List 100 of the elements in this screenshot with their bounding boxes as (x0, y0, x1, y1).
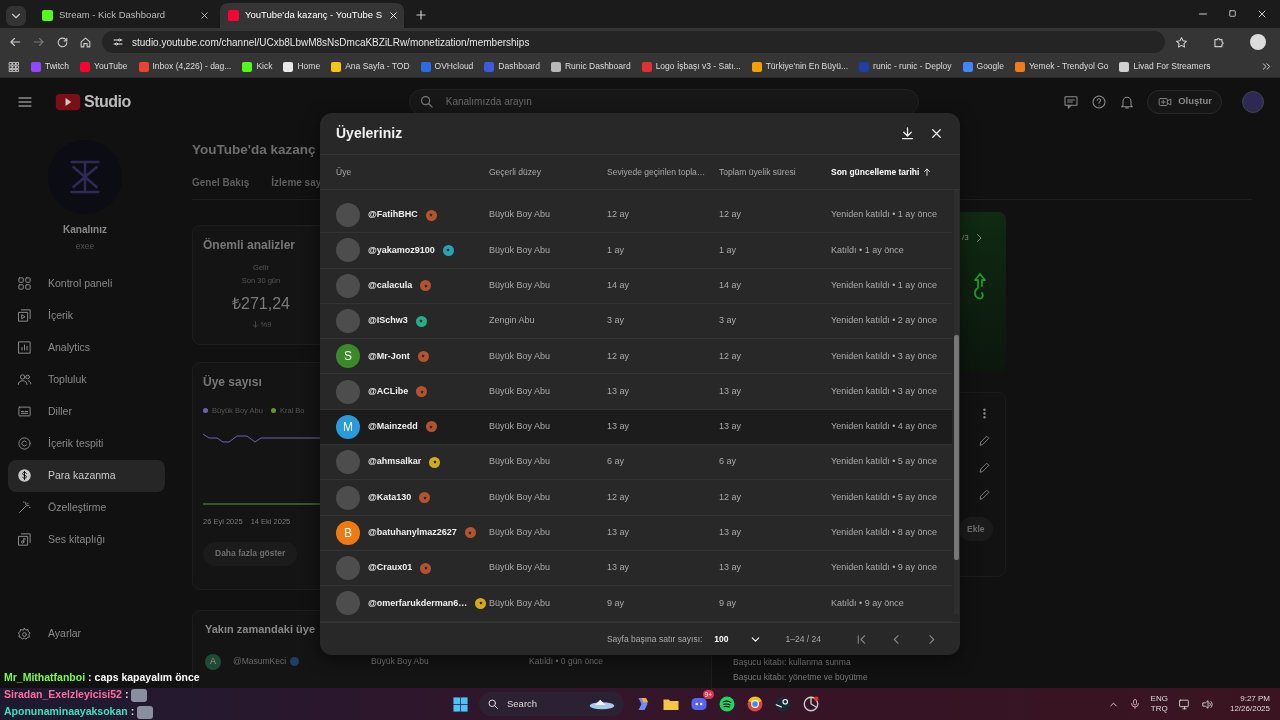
speaker-icon[interactable] (1200, 697, 1214, 711)
apps-icon[interactable] (8, 60, 20, 73)
guide-link[interactable]: Başucu kitabı: yönetme ve büyütme (733, 670, 959, 684)
bookmark-link[interactable]: Yemek - Trendyol Go (1028, 60, 1109, 73)
edit-pencil-icon[interactable] (978, 488, 991, 501)
bookmark-link[interactable]: Google (976, 60, 1004, 73)
member-row[interactable]: @FatihBHC Büyük Boy Abu 12 ay 12 ay Yeniden katıldı • 1 ay önce (320, 198, 952, 234)
profile-avatar[interactable] (1250, 34, 1266, 50)
rows-per-page-select[interactable]: 100 (712, 632, 762, 646)
edit-pencil-icon[interactable] (978, 461, 991, 474)
table-cell-text: 14 ay (719, 279, 743, 292)
sidebar-item[interactable]: İçerik tespiti (8, 427, 165, 460)
avatar-photo-placeholder (336, 485, 360, 510)
feedback-icon[interactable] (1063, 93, 1080, 110)
app-icon[interactable] (802, 695, 820, 713)
scrollbar-thumb[interactable] (954, 335, 959, 560)
avatar-photo-placeholder (336, 203, 360, 228)
close-icon[interactable] (388, 10, 400, 21)
browser-tab[interactable]: YouTube'da kazanç - YouTube S (220, 3, 404, 28)
member-row[interactable]: S @Mr-Jont Büyük Boy Abu 12 ay 12 ay Yeniden katıldı • 3 ay önce (320, 339, 952, 375)
tab-list-icon[interactable] (6, 6, 26, 26)
home-icon[interactable] (79, 35, 92, 49)
close-icon[interactable] (1256, 8, 1268, 20)
member-row[interactable]: @ACLibe Büyük Boy Abu 13 ay 13 ay Yeniden katıldı • 3 ay önce (320, 374, 952, 410)
help-icon[interactable] (1091, 93, 1108, 110)
member-row[interactable]: @Craux01 Büyük Boy Abu 13 ay 13 ay Yeniden katıldı • 9 ay önce (320, 550, 952, 587)
new-tab-icon[interactable] (414, 8, 428, 22)
edit-pencil-icon[interactable] (978, 434, 991, 447)
member-row[interactable]: @omerfarukderman6… Büyük Boy Abu 9 ay 9 ay Katıldı • 9 ay önce (320, 586, 952, 622)
member-row[interactable]: @ahmsalkar Büyük Boy Abu 6 ay 6 ay Yeniden katıldı • 5 ay önce (320, 445, 952, 481)
member-row[interactable]: @calacula Büyük Boy Abu 14 ay 14 ay Yeniden katıldı • 1 ay önce (320, 268, 952, 304)
browser-tab[interactable]: Stream - Kick Dashboard (34, 3, 218, 28)
member-row[interactable]: @Kata130 Büyük Boy Abu 12 ay 12 ay Yeniden katıldı • 5 ay önce (320, 480, 952, 516)
music-app-icon[interactable] (718, 695, 736, 713)
reload-icon[interactable] (56, 35, 69, 49)
music-library-icon (17, 532, 32, 548)
sidebar-item[interactable]: Özelleştirme (8, 491, 165, 524)
column-header[interactable]: Toplam üyelik süresi (719, 165, 831, 179)
clock[interactable]: 9:27 PM 12/26/2025 (1229, 694, 1270, 714)
close-icon[interactable] (199, 10, 210, 21)
bookmark-link[interactable]: runic - runic - Deploy (873, 60, 952, 73)
favicon-icon (228, 10, 239, 21)
avatar: M (336, 414, 360, 439)
sidebar-item[interactable]: İçerik (8, 299, 165, 332)
card-title: Yakın zamandaki üye (205, 622, 317, 637)
table-cell-text: Yeniden katıldı • 1 ay önce (831, 208, 938, 222)
input-language[interactable]: ENG TRQ (1150, 694, 1168, 714)
member-row[interactable]: M @Mainzedd Büyük Boy Abu 13 ay 13 ay Yeniden katıldı • 4 ay önce (320, 409, 952, 446)
windows-start-icon[interactable] (452, 695, 469, 713)
maximize-icon[interactable] (1227, 8, 1238, 19)
bookmark-link[interactable]: Twitch (45, 60, 70, 73)
table-cell-text: 12 ay (719, 490, 743, 504)
forward-icon[interactable] (32, 35, 46, 49)
column-header[interactable]: Seviyede geçirilen topla… (607, 165, 719, 179)
column-header[interactable]: Geçerli düzey (489, 165, 607, 179)
bookmark-link[interactable]: YouTube (94, 60, 128, 73)
table-cell-text: Katıldı • 9 ay önce (831, 596, 905, 610)
subtitles-icon (17, 404, 32, 420)
create-button[interactable]: Oluştur (1147, 89, 1222, 114)
member-row[interactable]: @yakamoz9100 Büyük Boy Abu 1 ay 1 ay Katıldı • 1 ay önce (320, 233, 952, 269)
member-level: Büyük Boy Abu (371, 655, 430, 668)
download-icon[interactable] (900, 126, 915, 141)
sidebar-item[interactable]: Para kazanma (8, 459, 165, 492)
bookmark-link[interactable]: Türkiye'nin En Büyü... (765, 60, 849, 73)
search-icon (418, 93, 434, 109)
extensions-icon[interactable] (1212, 35, 1226, 49)
close-icon[interactable] (929, 126, 944, 141)
sidebar-item[interactable]: Analytics (8, 331, 165, 364)
url-text: studio.youtube.com/channel/UCxb8LbwM8sNsDmcaKBZiLRw/monetization/memberships (132, 35, 530, 50)
more-bookmarks-icon[interactable] (1261, 61, 1272, 72)
channel-search-field[interactable]: Kanalımızda arayın (408, 88, 919, 115)
sidebar-item[interactable]: Ses kitaplığı (8, 523, 165, 556)
sidebar-item[interactable]: Kontrol paneli (8, 267, 165, 300)
table-cell-text: Büyük Boy Abu (489, 384, 552, 398)
bookmark-link[interactable]: Dashboard (498, 60, 540, 73)
network-monitor-icon[interactable] (1177, 697, 1191, 711)
taskbar-search-box[interactable]: Search (479, 692, 624, 716)
bookmark-link[interactable]: OVHcloud (434, 60, 474, 73)
bookmark-link[interactable]: Home (297, 60, 321, 73)
chat-app-icon[interactable] (690, 695, 708, 713)
sidebar-item[interactable]: Topluluk (8, 363, 165, 396)
address-bar[interactable]: studio.youtube.com/channel/UCxb8LbwM8sNsDmcaKBZiLRw/monetization/memberships (102, 31, 1165, 53)
bookmark-link[interactable]: Livad For Streamers (1133, 60, 1211, 73)
bookmark-link[interactable]: Inbox (4,226) - dag... (152, 60, 232, 73)
browser-icon[interactable] (746, 695, 764, 713)
bookmark-link[interactable]: Kick (256, 60, 273, 73)
bookmark-link[interactable]: Logo İşbaşı v3 - Satı... (655, 60, 741, 73)
column-header[interactable]: Üye (336, 165, 489, 179)
sidebar-item[interactable]: Ayarlar (8, 618, 165, 650)
member-row[interactable]: B @batuhanylmaz2627 Büyük Boy Abu 13 ay 13 ay Yeniden katıldı • 8 ay önce (320, 515, 952, 551)
microphone-icon[interactable] (1128, 698, 1141, 710)
column-header[interactable]: Son güncelleme tarihi (831, 165, 949, 179)
bookmark-link[interactable]: Ana Sayfa - TOD (345, 60, 410, 73)
sidebar-item[interactable]: Diller (8, 395, 165, 428)
member-row[interactable]: @ISchw3 Zengin Abu 3 ay 3 ay Yeniden katıldı • 2 ay önce (320, 303, 952, 340)
bookmark-link[interactable]: Runic Dashboard (564, 60, 631, 73)
bookmark-star-icon[interactable] (1175, 35, 1188, 49)
back-icon[interactable] (8, 35, 22, 49)
member-name: @ahmsalkar (368, 455, 422, 469)
table-cell-text: 13 ay (719, 384, 743, 398)
